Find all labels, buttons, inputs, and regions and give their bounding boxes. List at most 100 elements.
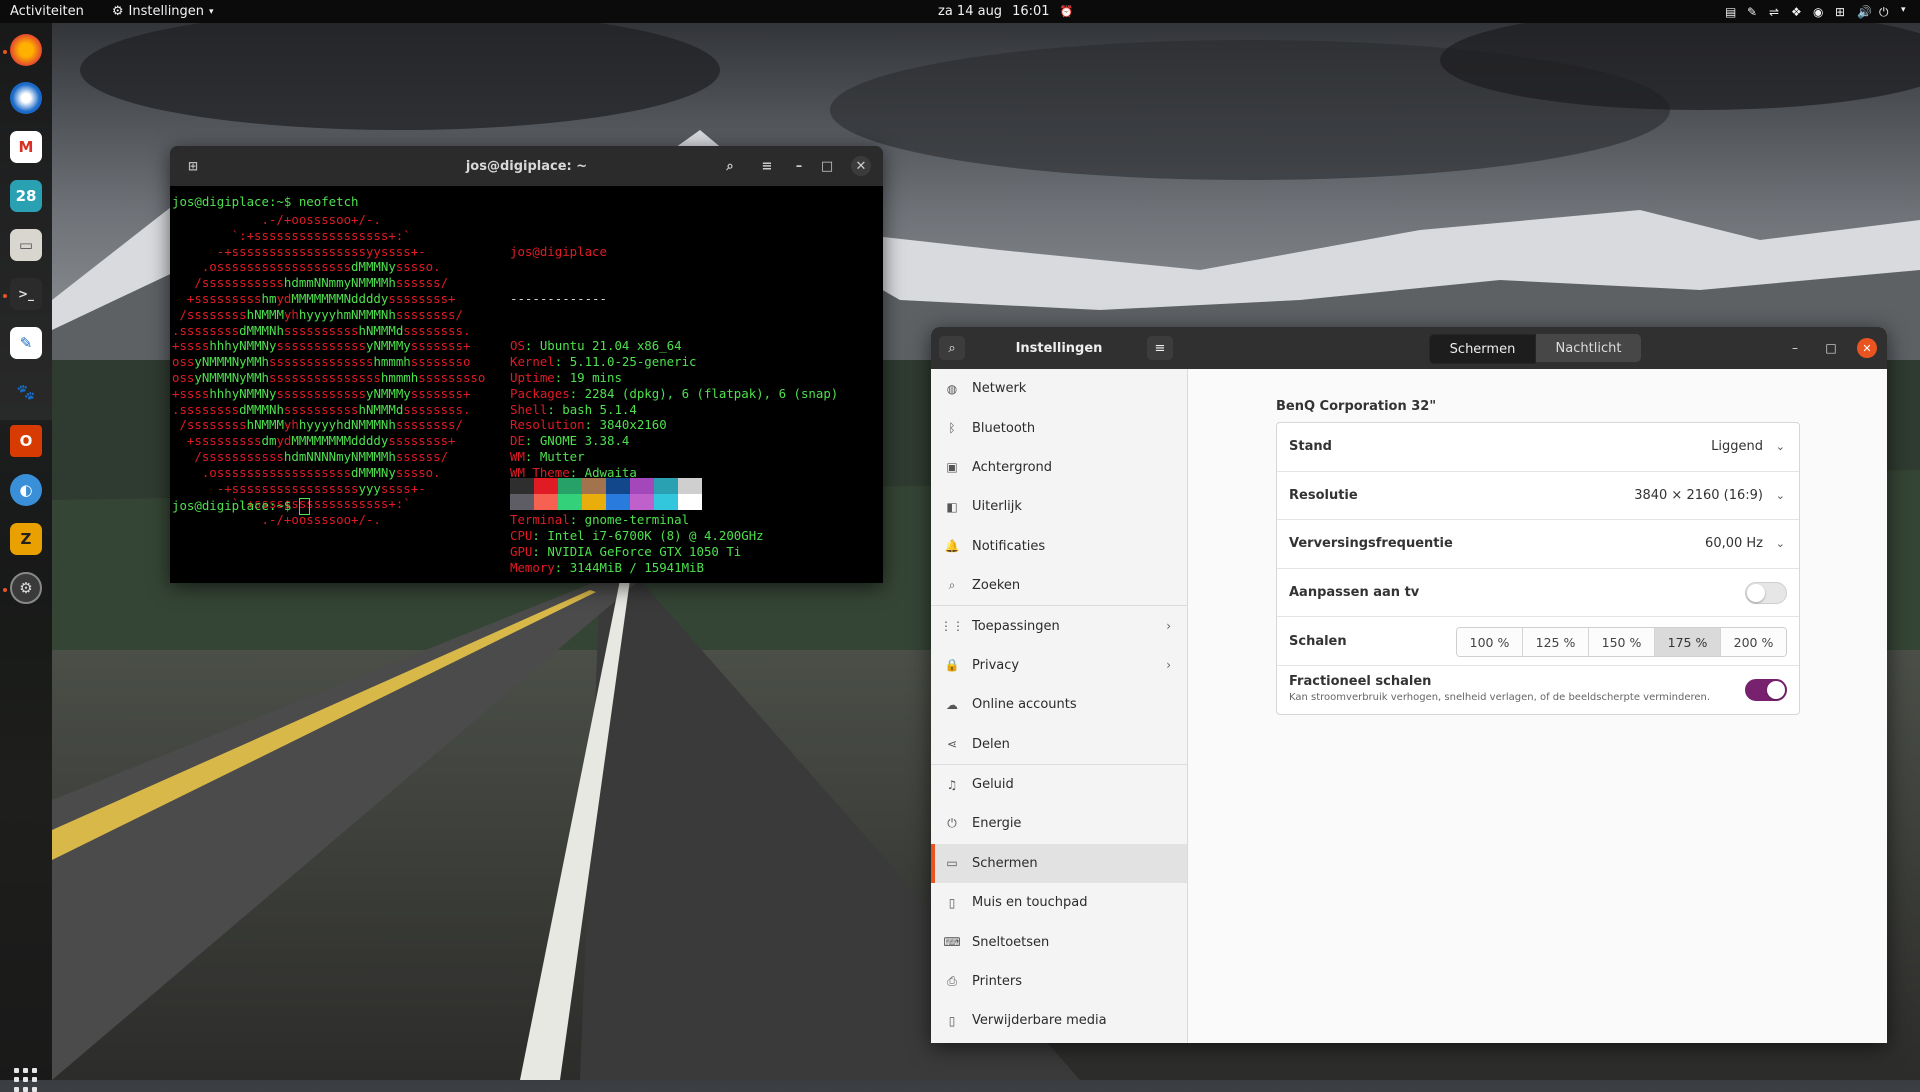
info-line: Resolution: 3840x2160 — [510, 417, 838, 433]
sidebar-item-label: Verwijderbare media — [972, 1013, 1107, 1029]
power-icon[interactable]: ⏻ — [1879, 5, 1892, 19]
close-icon[interactable]: ✕ — [1857, 338, 1877, 358]
terminal-titlebar[interactable]: ⊞ jos@digiplace: ~ ⌕ ≡ – □ ✕ — [170, 146, 883, 186]
update-icon[interactable]: ✎ — [1747, 5, 1760, 19]
settings-headerbar[interactable]: ⌕ Instellingen ≡ Schermen Nachtlicht – □… — [931, 327, 1887, 369]
sidebar-item-printers[interactable]: ⎙ Printers — [931, 962, 1187, 1001]
terminal-window[interactable]: ⊞ jos@digiplace: ~ ⌕ ≡ – □ ✕ jos@digipla… — [170, 146, 883, 583]
info-key: DE — [510, 433, 525, 449]
gimp-icon[interactable]: 🐾 — [10, 376, 42, 408]
command-line: jos@digiplace:~$ neofetch — [172, 194, 359, 209]
terminal-menu-icon[interactable]: ≡ — [755, 155, 779, 177]
scale-options: 100 % 125 % 150 % 175 % 200 % — [1456, 627, 1787, 658]
clipboard-icon[interactable]: ▤ — [1725, 5, 1738, 19]
sidebar-item-toepassingen[interactable]: ⋮⋮ Toepassingen › — [931, 605, 1187, 645]
volume-icon[interactable]: 🔊 — [1857, 5, 1872, 19]
color-palette — [510, 478, 702, 510]
close-icon[interactable]: ✕ — [851, 156, 871, 176]
firefox-icon[interactable] — [10, 34, 42, 66]
chevron-down-icon: ⌄ — [1775, 440, 1785, 454]
app-menu-label: Instellingen — [128, 4, 205, 19]
chevron-down-icon[interactable]: ▾ — [1901, 5, 1914, 18]
vpn-icon[interactable]: ⇌ — [1769, 5, 1782, 19]
calendar-icon[interactable]: 28 — [10, 180, 42, 212]
remote-desktop-icon[interactable]: ◐ — [10, 474, 42, 506]
sidebar-item-geluid[interactable]: ♫ Geluid — [931, 763, 1187, 804]
sidebar-item-delen[interactable]: ⋖ Delen — [931, 725, 1187, 764]
show-apps-grid-icon[interactable] — [14, 1068, 38, 1092]
settings-gear-icon[interactable]: ⚙ — [10, 572, 42, 604]
minimize-icon[interactable]: – — [787, 155, 811, 177]
network-icon: ◍ — [946, 381, 958, 396]
clock[interactable]: za 14 aug 16:01 ⏰ — [938, 0, 1073, 23]
adjust-for-tv-toggle[interactable] — [1745, 581, 1787, 604]
chevron-down-icon: ⌄ — [1775, 537, 1785, 551]
lock-icon: 🔒 — [944, 658, 960, 673]
info-colon: : — [554, 354, 570, 370]
refresh-rate-row[interactable]: Verversingsfrequentie 60,00 Hz ⌄ — [1277, 520, 1799, 569]
alarm-icon: ⏰ — [1059, 5, 1074, 18]
sidebar-item-notificaties[interactable]: 🔔 Notificaties — [931, 527, 1187, 566]
palette-swatch — [630, 494, 654, 510]
scale-option-button[interactable]: 175 % — [1655, 628, 1721, 657]
fractional-scaling-toggle[interactable] — [1745, 678, 1787, 701]
app-menu[interactable]: ⚙ Instellingen ▾ — [112, 4, 214, 19]
files-icon[interactable]: ▭ — [10, 229, 42, 261]
info-line: CPU: Intel i7-6700K (8) @ 4.200GHz — [510, 528, 838, 544]
info-value: Mutter — [539, 448, 585, 464]
info-key: OS — [510, 338, 525, 354]
sidebar-item-netwerk[interactable]: ◍ Netwerk — [931, 369, 1187, 408]
terminal-icon[interactable]: >_ — [10, 278, 42, 310]
orientation-label: Stand — [1289, 439, 1332, 455]
palette-swatch — [654, 494, 678, 510]
text-editor-icon[interactable]: ✎ — [10, 327, 42, 359]
sidebar-item-label: Privacy — [972, 657, 1020, 673]
record-icon[interactable]: ◉ — [1813, 5, 1826, 19]
search-icon: ⌕ — [948, 578, 956, 593]
scale-option-button[interactable]: 100 % — [1457, 628, 1523, 657]
settings-menu-icon[interactable]: ≡ — [1147, 336, 1173, 360]
filezilla-icon[interactable]: Z — [10, 523, 42, 555]
system-tray[interactable]: ▤ ✎ ⇌ ❖ ◉ ⊞ 🔊 ⏻ ▾ — [1725, 0, 1914, 23]
info-key: GPU — [510, 543, 533, 559]
info-colon: : — [554, 559, 570, 575]
scale-option-button[interactable]: 200 % — [1721, 628, 1786, 657]
new-tab-icon[interactable]: ⊞ — [184, 157, 202, 175]
scale-option-button[interactable]: 150 % — [1589, 628, 1655, 657]
network-wired-icon[interactable]: ⊞ — [1835, 5, 1848, 19]
sidebar-item-verwijderbare-media[interactable]: ▯ Verwijderbare media — [931, 1001, 1187, 1040]
orientation-row[interactable]: Stand Liggend ⌄ — [1277, 423, 1799, 472]
palette-swatch — [534, 478, 558, 494]
minimize-icon[interactable]: – — [1785, 338, 1805, 358]
refresh-rate-label: Verversingsfrequentie — [1289, 536, 1453, 552]
tab-nachtlicht[interactable]: Nachtlicht — [1536, 334, 1641, 362]
dropbox-icon[interactable]: ❖ — [1791, 5, 1804, 19]
sidebar-item-online-accounts[interactable]: ☁ Online accounts — [931, 685, 1187, 724]
terminal-search-icon[interactable]: ⌕ — [718, 155, 742, 177]
tab-schermen[interactable]: Schermen — [1429, 334, 1536, 364]
scale-option-button[interactable]: 125 % — [1523, 628, 1589, 657]
background-icon: ▣ — [946, 460, 958, 475]
settings-window[interactable]: ⌕ Instellingen ≡ Schermen Nachtlicht – □… — [931, 327, 1887, 1043]
sidebar-item-achtergrond[interactable]: ▣ Achtergrond — [931, 448, 1187, 487]
activities-button[interactable]: Activiteiten — [10, 4, 84, 19]
sidebar-item-privacy[interactable]: 🔒 Privacy › — [931, 646, 1187, 685]
sidebar-item-label: Muis en touchpad — [972, 895, 1088, 911]
sidebar-item-bluetooth[interactable]: ᛒ Bluetooth — [931, 408, 1187, 447]
running-indicator — [3, 50, 7, 54]
sidebar-item-energie[interactable]: ⏻ Energie — [931, 804, 1187, 843]
sidebar-item-muis-en-touchpad[interactable]: ▯ Muis en touchpad — [931, 883, 1187, 922]
thunderbird-icon[interactable] — [10, 82, 42, 114]
sidebar-item-zoeken[interactable]: ⌕ Zoeken — [931, 566, 1187, 605]
sidebar-item-uiterlijk[interactable]: ◧ Uiterlijk — [931, 487, 1187, 526]
sidebar-item-schermen[interactable]: ▭ Schermen — [931, 843, 1187, 884]
music-note-icon: ♫ — [946, 777, 958, 792]
maximize-icon[interactable]: □ — [815, 155, 839, 177]
sidebar-item-sneltoetsen[interactable]: ⌨ Sneltoetsen — [931, 922, 1187, 961]
terminal-output[interactable]: jos@digiplace:~$ neofetch .-/+oossssoo+/… — [170, 186, 883, 583]
resolution-row[interactable]: Resolutie 3840 × 2160 (16:9) ⌄ — [1277, 472, 1799, 521]
maximize-icon[interactable]: □ — [1821, 338, 1841, 358]
office-icon[interactable]: O — [10, 425, 42, 457]
gmail-icon[interactable]: M — [10, 131, 42, 163]
info-key: Memory — [510, 559, 555, 575]
